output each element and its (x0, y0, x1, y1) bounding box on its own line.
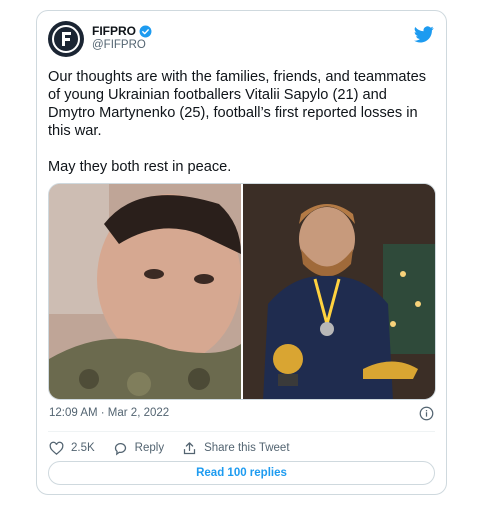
divider (48, 431, 435, 432)
tweet-photo-2[interactable] (243, 184, 435, 399)
read-replies-label: Read 100 replies (196, 467, 287, 479)
verified-badge-icon (139, 25, 152, 37)
author-info[interactable]: FIFPRO @FIFPRO (92, 24, 152, 51)
share-label: Share this Tweet (204, 442, 290, 454)
author-display-name[interactable]: FIFPRO (92, 24, 136, 38)
avatar[interactable] (48, 21, 84, 57)
heart-icon (49, 441, 64, 455)
tweet-photo-1[interactable] (49, 184, 241, 399)
reply-button[interactable]: Reply (113, 441, 164, 456)
like-count: 2.5K (71, 442, 95, 454)
tweet-timestamp[interactable]: 12:09 AM · Mar 2, 2022 (49, 407, 169, 419)
fifpro-logo-icon (52, 25, 80, 53)
tweet-actions: 2.5K Reply Share this Tweet (49, 438, 308, 458)
tweet-media[interactable] (48, 183, 436, 400)
like-button[interactable]: 2.5K (49, 441, 95, 456)
twitter-bird-icon[interactable] (414, 26, 434, 43)
author-handle[interactable]: @FIFPRO (92, 39, 152, 51)
tweet-header: FIFPRO @FIFPRO (48, 21, 434, 61)
reply-icon (114, 442, 126, 455)
read-replies-button[interactable]: Read 100 replies (48, 461, 435, 485)
info-icon[interactable] (419, 406, 434, 421)
share-button[interactable]: Share this Tweet (182, 441, 290, 456)
photo-young-man-selfie (49, 184, 241, 399)
tweet-card[interactable]: FIFPRO @FIFPRO Our thoughts are with the… (36, 10, 447, 495)
share-icon (183, 441, 196, 454)
tweet-text: Our thoughts are with the families, frie… (48, 69, 426, 175)
photo-player-with-trophies (243, 184, 435, 399)
reply-label: Reply (134, 442, 165, 454)
